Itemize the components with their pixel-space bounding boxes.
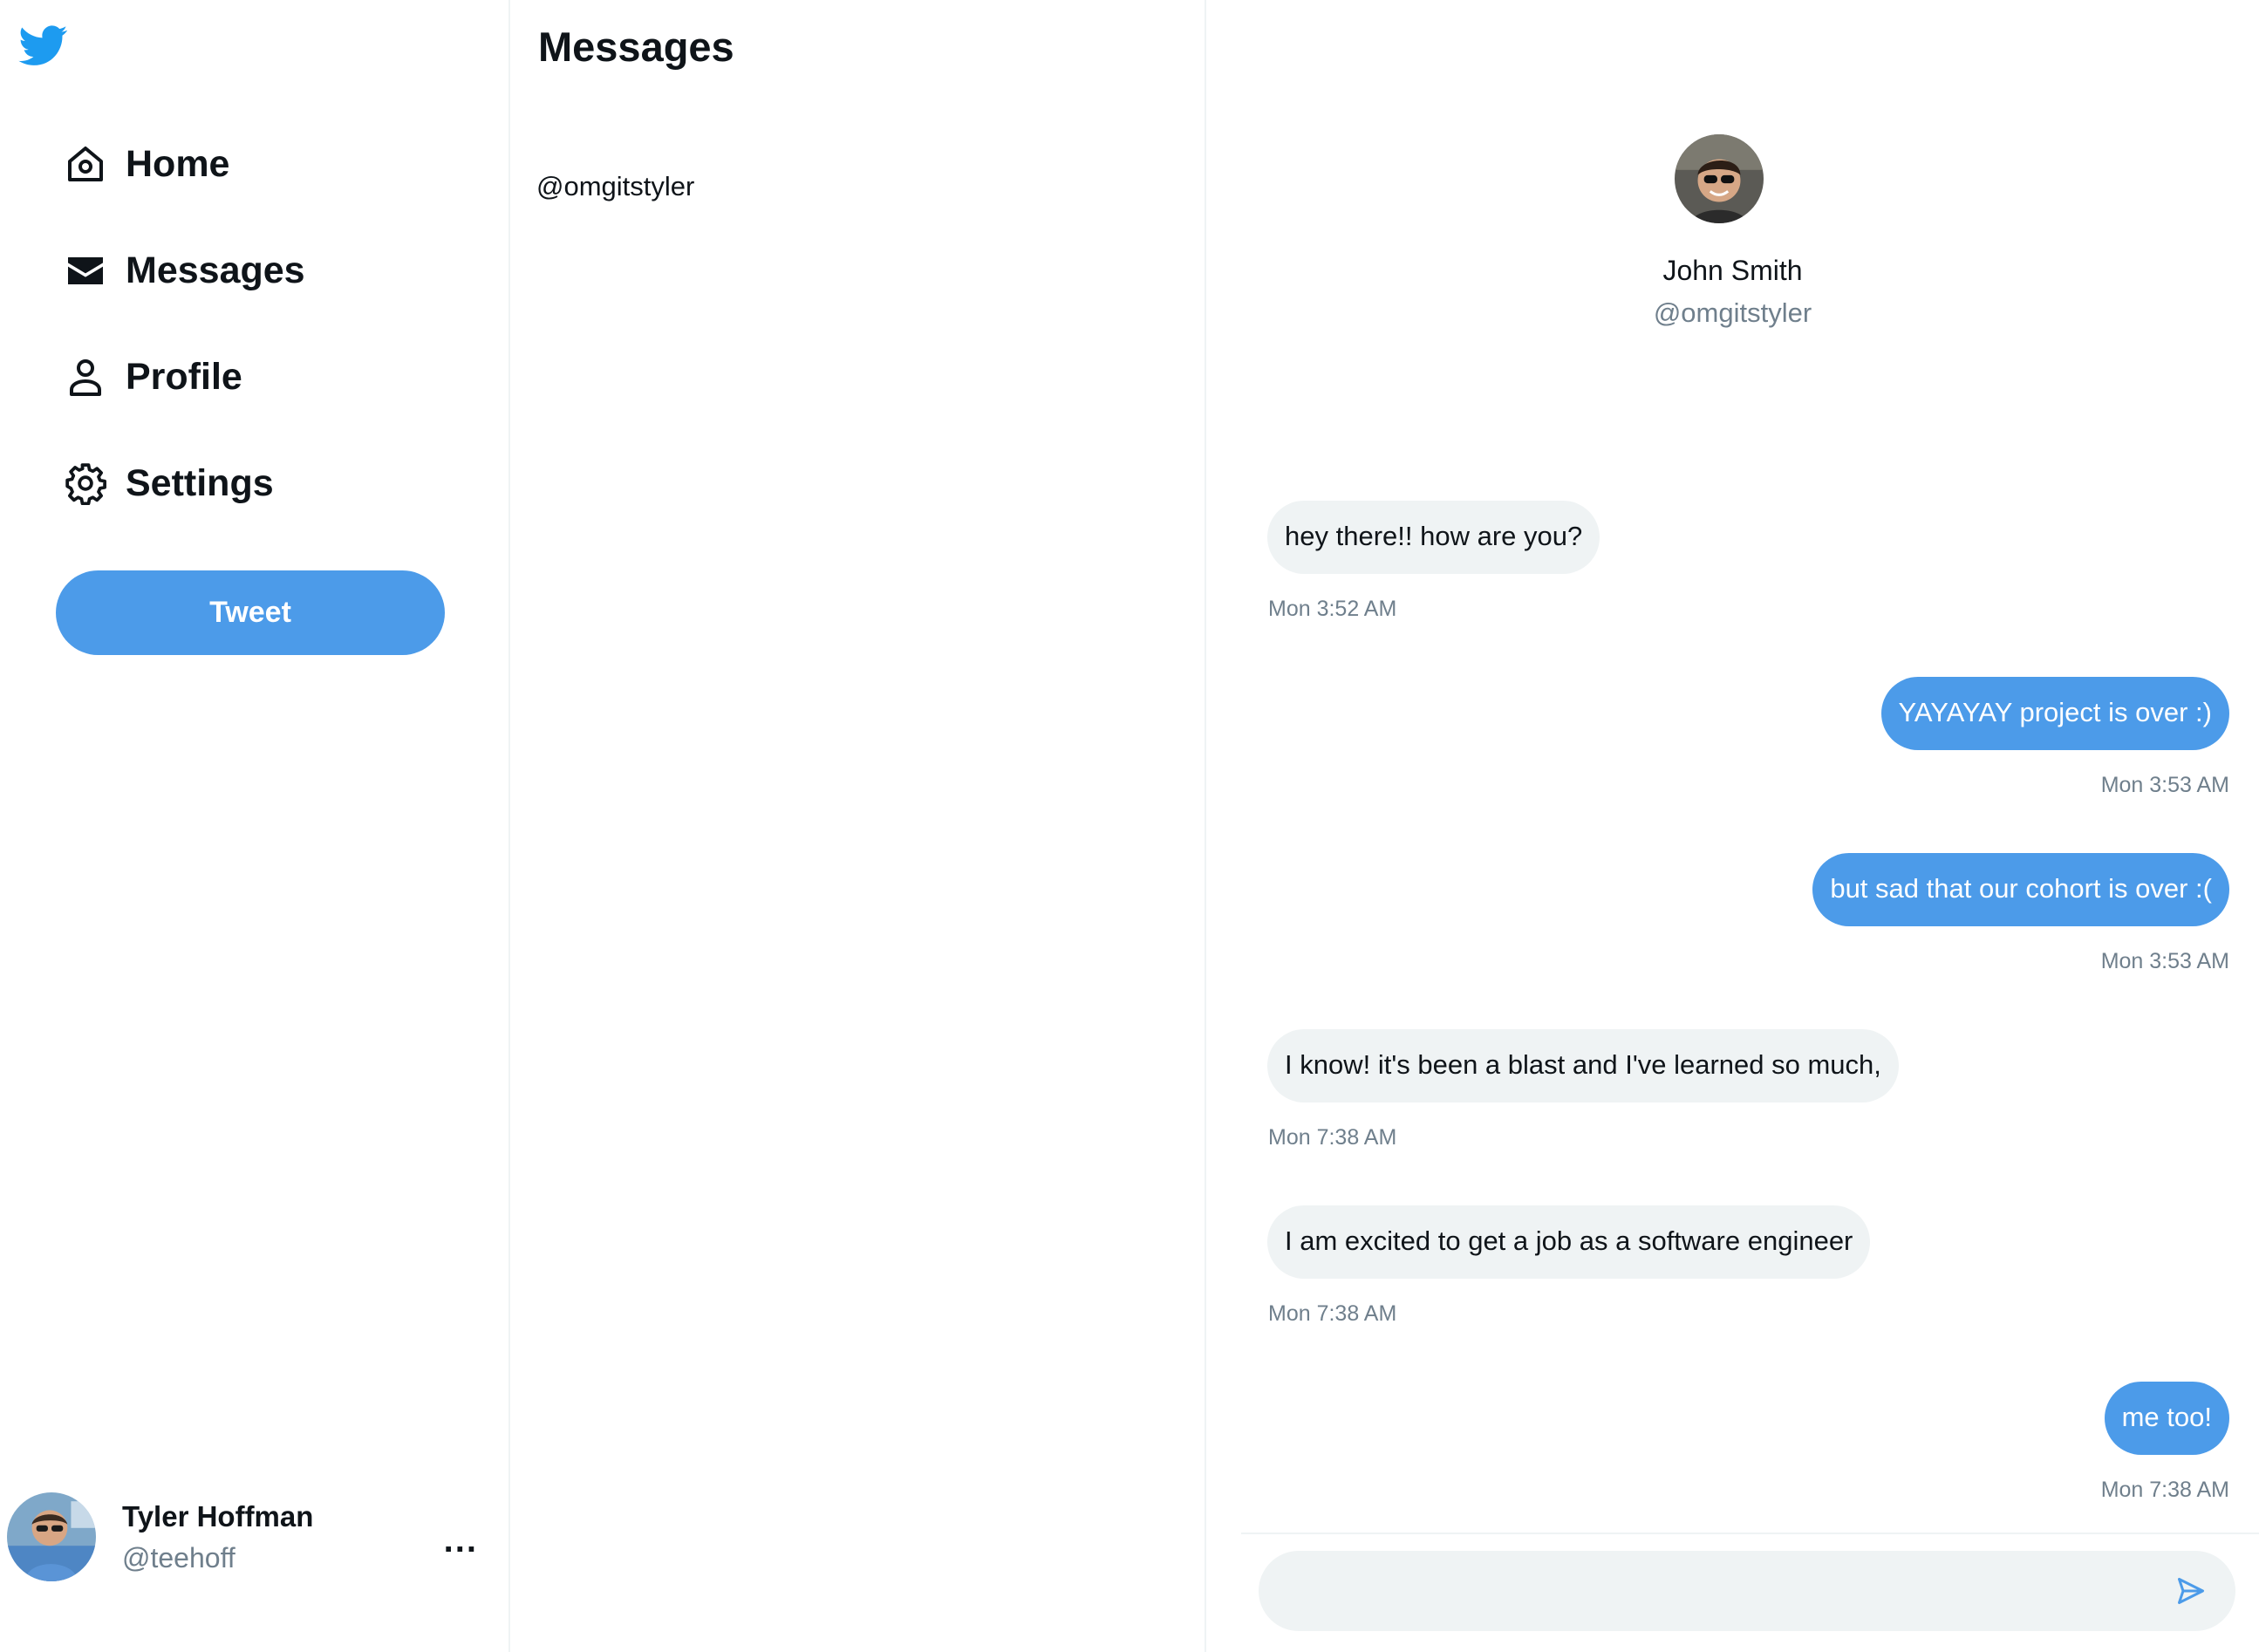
message-bubble: me too! bbox=[2104, 1382, 2229, 1455]
envelope-icon bbox=[61, 246, 110, 295]
account-switcher[interactable]: Tyler Hoffman @teehoff ... bbox=[7, 1492, 495, 1582]
nav-label-home: Home bbox=[126, 142, 230, 185]
nav-item-home[interactable]: Home bbox=[61, 129, 229, 199]
account-names: Tyler Hoffman @teehoff bbox=[122, 1500, 313, 1574]
nav-label-profile: Profile bbox=[126, 355, 242, 398]
contact-avatar[interactable] bbox=[1674, 134, 1764, 223]
nav-label-settings: Settings bbox=[126, 461, 274, 504]
person-icon bbox=[61, 352, 110, 401]
conversation-item[interactable]: @omgitstyler bbox=[536, 171, 694, 202]
message-bubble: hey there!! how are you? bbox=[1267, 501, 1600, 574]
account-display-name: Tyler Hoffman bbox=[122, 1499, 314, 1533]
nav-item-messages[interactable]: Messages bbox=[61, 236, 305, 305]
nav-label-messages: Messages bbox=[126, 249, 305, 291]
conversation-list: Messages @omgitstyler bbox=[510, 0, 1206, 1652]
divider bbox=[1241, 1533, 2259, 1534]
twitter-bird-icon[interactable] bbox=[16, 21, 72, 70]
message-bubble: but sad that our cohort is over :( bbox=[1812, 853, 2229, 926]
message-timestamp: Mon 7:38 AM bbox=[1268, 1301, 1397, 1326]
more-options-icon[interactable]: ... bbox=[444, 1521, 478, 1560]
message-bubble: I know! it's been a blast and I've learn… bbox=[1267, 1029, 1899, 1102]
message-bubble: I am excited to get a job as a software … bbox=[1267, 1205, 1871, 1279]
message-input[interactable] bbox=[1259, 1551, 2235, 1631]
sidebar: Home Messages Profile Settings Tweet Tyl… bbox=[0, 0, 510, 1652]
message-timestamp: Mon 3:53 AM bbox=[2100, 949, 2229, 973]
page-title: Messages bbox=[538, 24, 734, 70]
tweet-button[interactable]: Tweet bbox=[56, 570, 445, 655]
contact-header: John Smith @omgitstyler bbox=[1206, 134, 2259, 329]
avatar bbox=[7, 1492, 96, 1581]
account-handle: @teehoff bbox=[122, 1541, 235, 1573]
send-icon[interactable] bbox=[2170, 1570, 2212, 1612]
message-timestamp: Mon 3:52 AM bbox=[1268, 597, 1397, 621]
message-timestamp: Mon 7:38 AM bbox=[1268, 1125, 1397, 1150]
contact-handle: @omgitstyler bbox=[1653, 297, 1812, 328]
message-timestamp: Mon 3:53 AM bbox=[2100, 773, 2229, 797]
nav-item-settings[interactable]: Settings bbox=[61, 448, 274, 518]
contact-name: John Smith bbox=[1662, 255, 1803, 286]
chat-panel: John Smith @omgitstyler hey there!! how … bbox=[1206, 0, 2259, 1652]
nav-item-profile[interactable]: Profile bbox=[61, 342, 242, 412]
message-timestamp: Mon 7:38 AM bbox=[2100, 1478, 2229, 1502]
gear-icon bbox=[61, 459, 110, 508]
home-icon bbox=[61, 140, 110, 188]
message-bubble: YAYAYAY project is over :) bbox=[1880, 677, 2229, 750]
